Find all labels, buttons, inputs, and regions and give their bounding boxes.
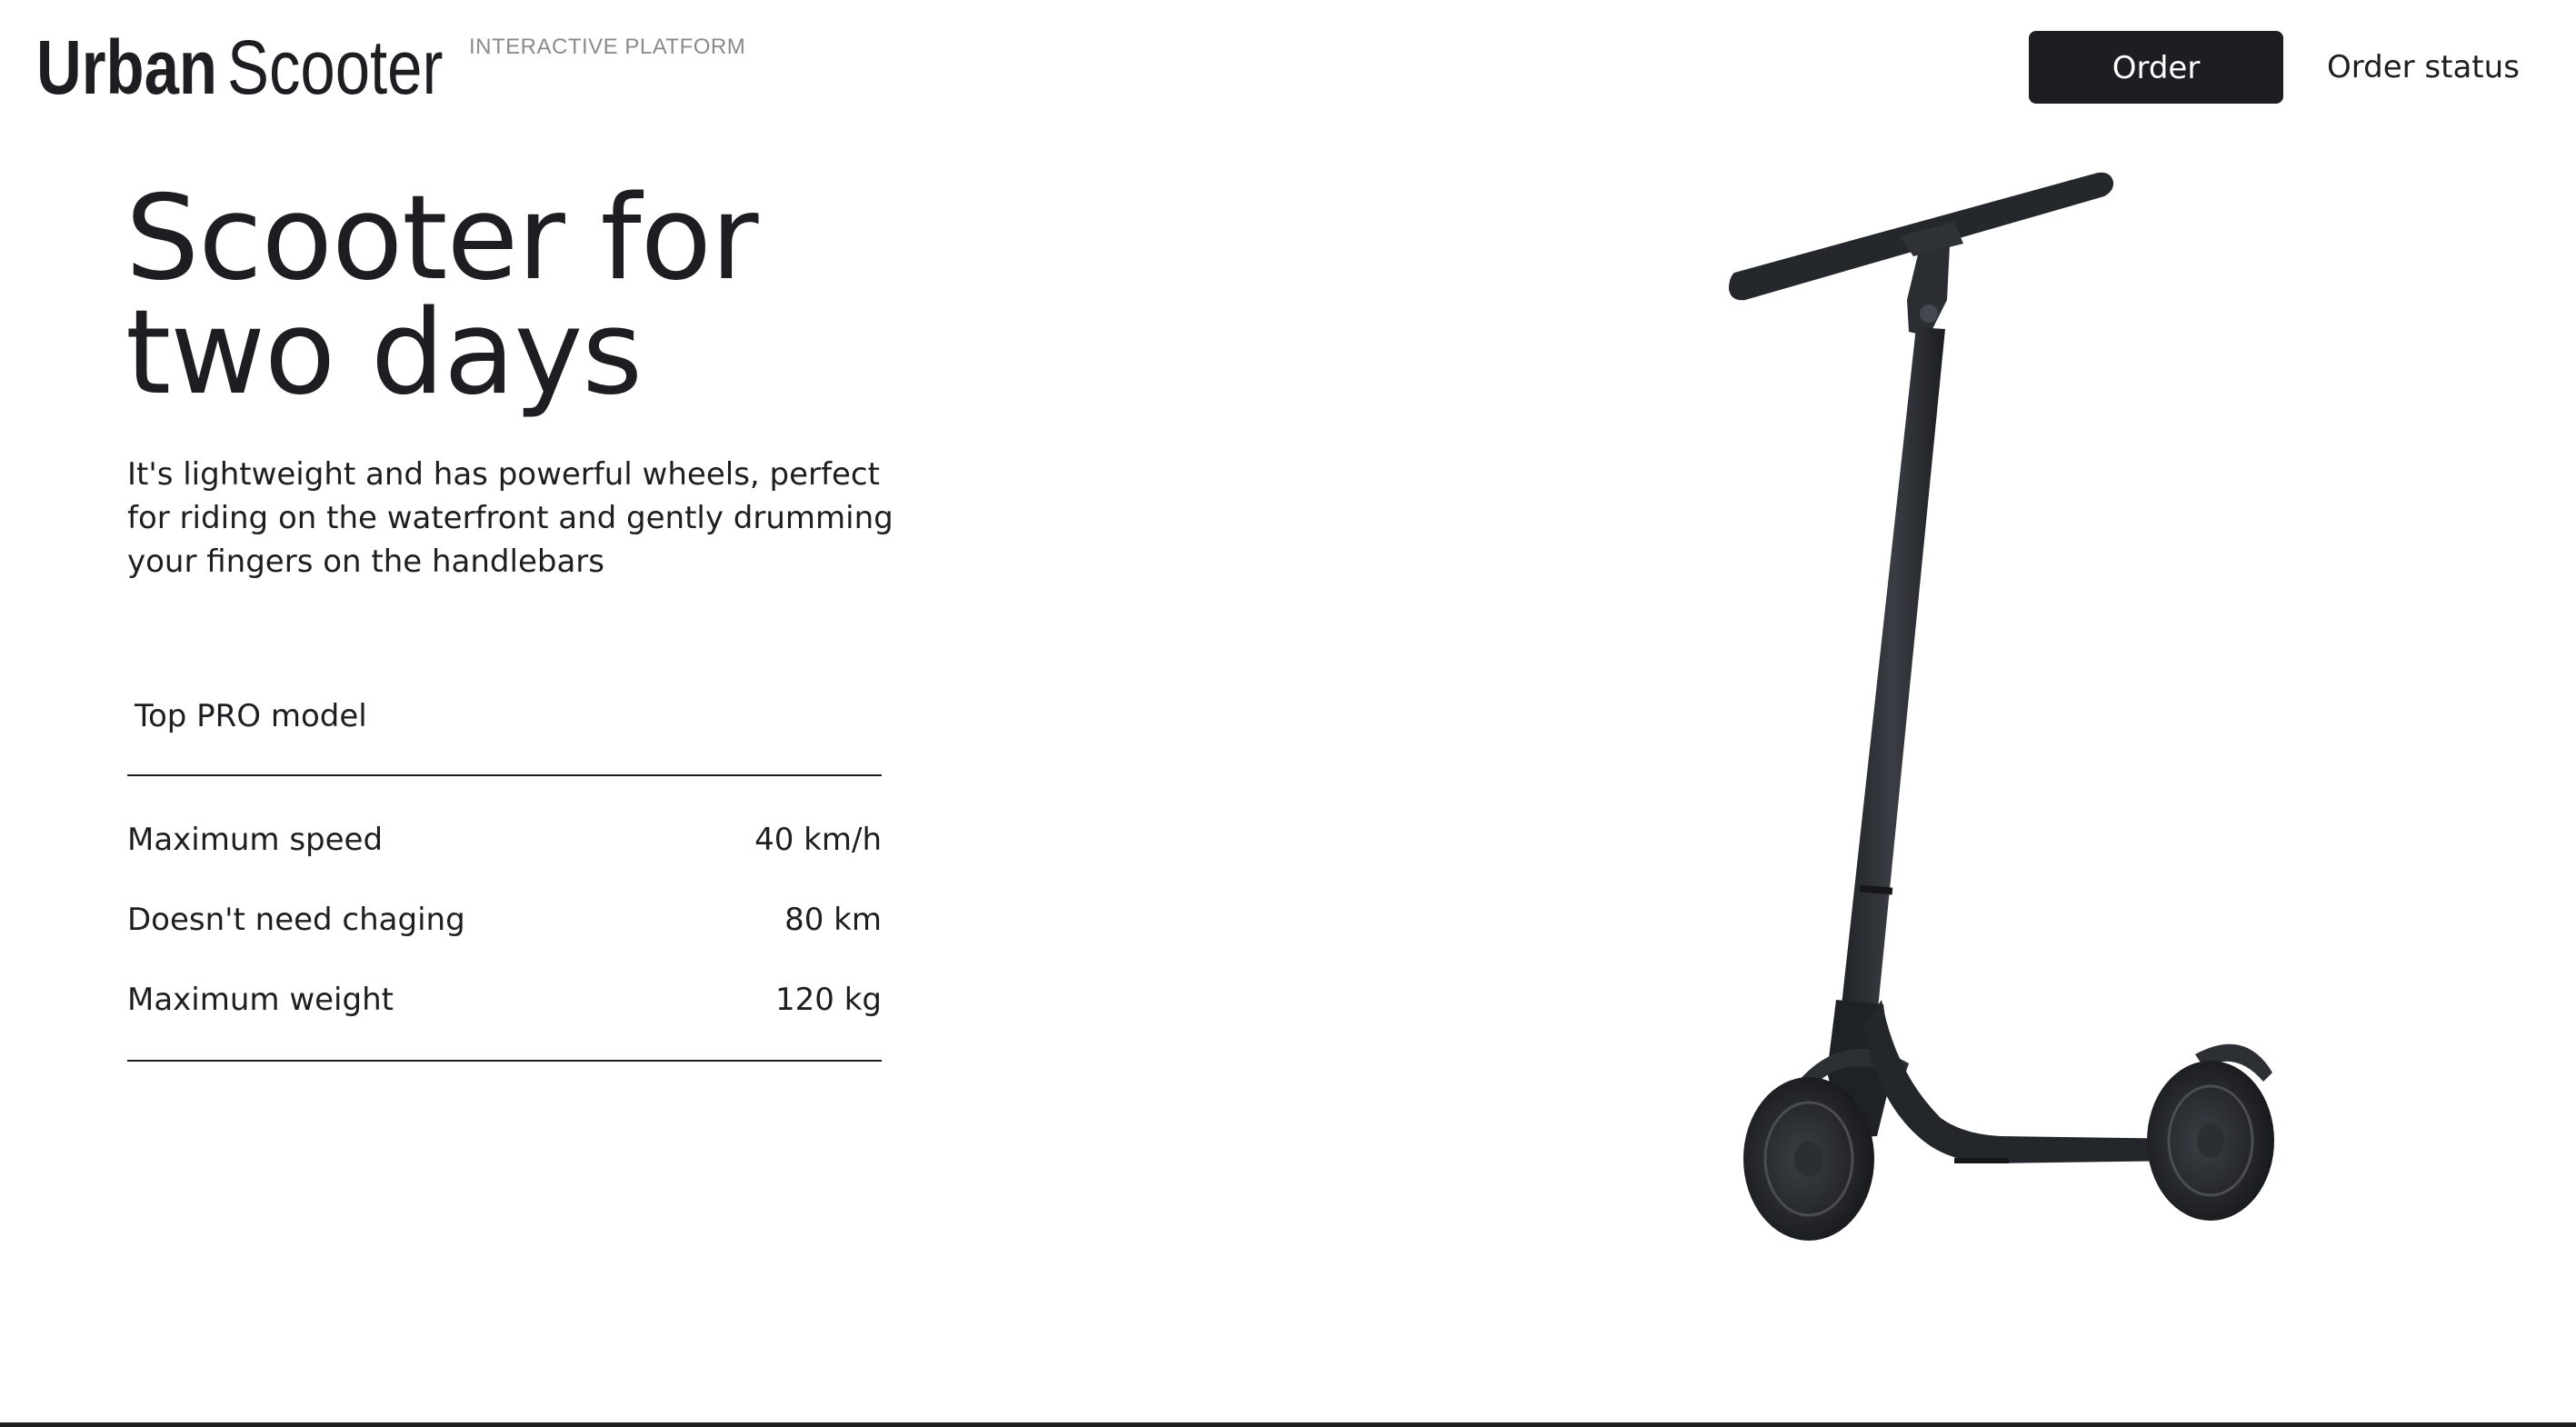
- hero-title-line-2: two days: [125, 285, 643, 421]
- spec-row-max-weight: Maximum weight 120 kg: [127, 960, 882, 1040]
- specs-table: Top PRO model Maximum speed 40 km/h Does…: [127, 682, 882, 1062]
- landing-page: Urban Scooter INTERACTIVE PLATFORM Order…: [0, 0, 2576, 1427]
- spec-row-max-speed: Maximum speed 40 km/h: [127, 800, 882, 880]
- spec-value: 120 kg: [775, 982, 882, 1018]
- hero-title-line-1: Scooter for: [125, 171, 759, 306]
- scooter-image: [1729, 172, 2274, 1241]
- logo-word-scooter: Scooter: [227, 25, 444, 110]
- spec-label: Doesn't need chaging: [127, 902, 465, 938]
- logo[interactable]: Urban Scooter INTERACTIVE PLATFORM: [36, 13, 745, 122]
- hero-title: Scooter for two days: [125, 171, 944, 421]
- bottom-divider: [0, 1422, 2576, 1427]
- header: Urban Scooter INTERACTIVE PLATFORM Order…: [0, 0, 2576, 136]
- order-button[interactable]: Order: [2029, 31, 2283, 104]
- order-status-link[interactable]: Order status: [2327, 31, 2520, 104]
- spec-value: 80 km: [784, 902, 882, 938]
- spec-value: 40 km/h: [754, 822, 882, 858]
- hero-description: It's lightweight and has powerful wheels…: [127, 456, 894, 580]
- specs-heading: Top PRO model: [127, 682, 882, 776]
- spec-label: Maximum speed: [127, 822, 384, 858]
- spec-row-range: Doesn't need chaging 80 km: [127, 880, 882, 960]
- logo-tagline: INTERACTIVE PLATFORM: [469, 35, 746, 59]
- spec-rows: Maximum speed 40 km/h Doesn't need chagi…: [127, 776, 882, 1062]
- spec-label: Maximum weight: [127, 982, 394, 1018]
- logo-word-urban: Urban: [36, 25, 218, 110]
